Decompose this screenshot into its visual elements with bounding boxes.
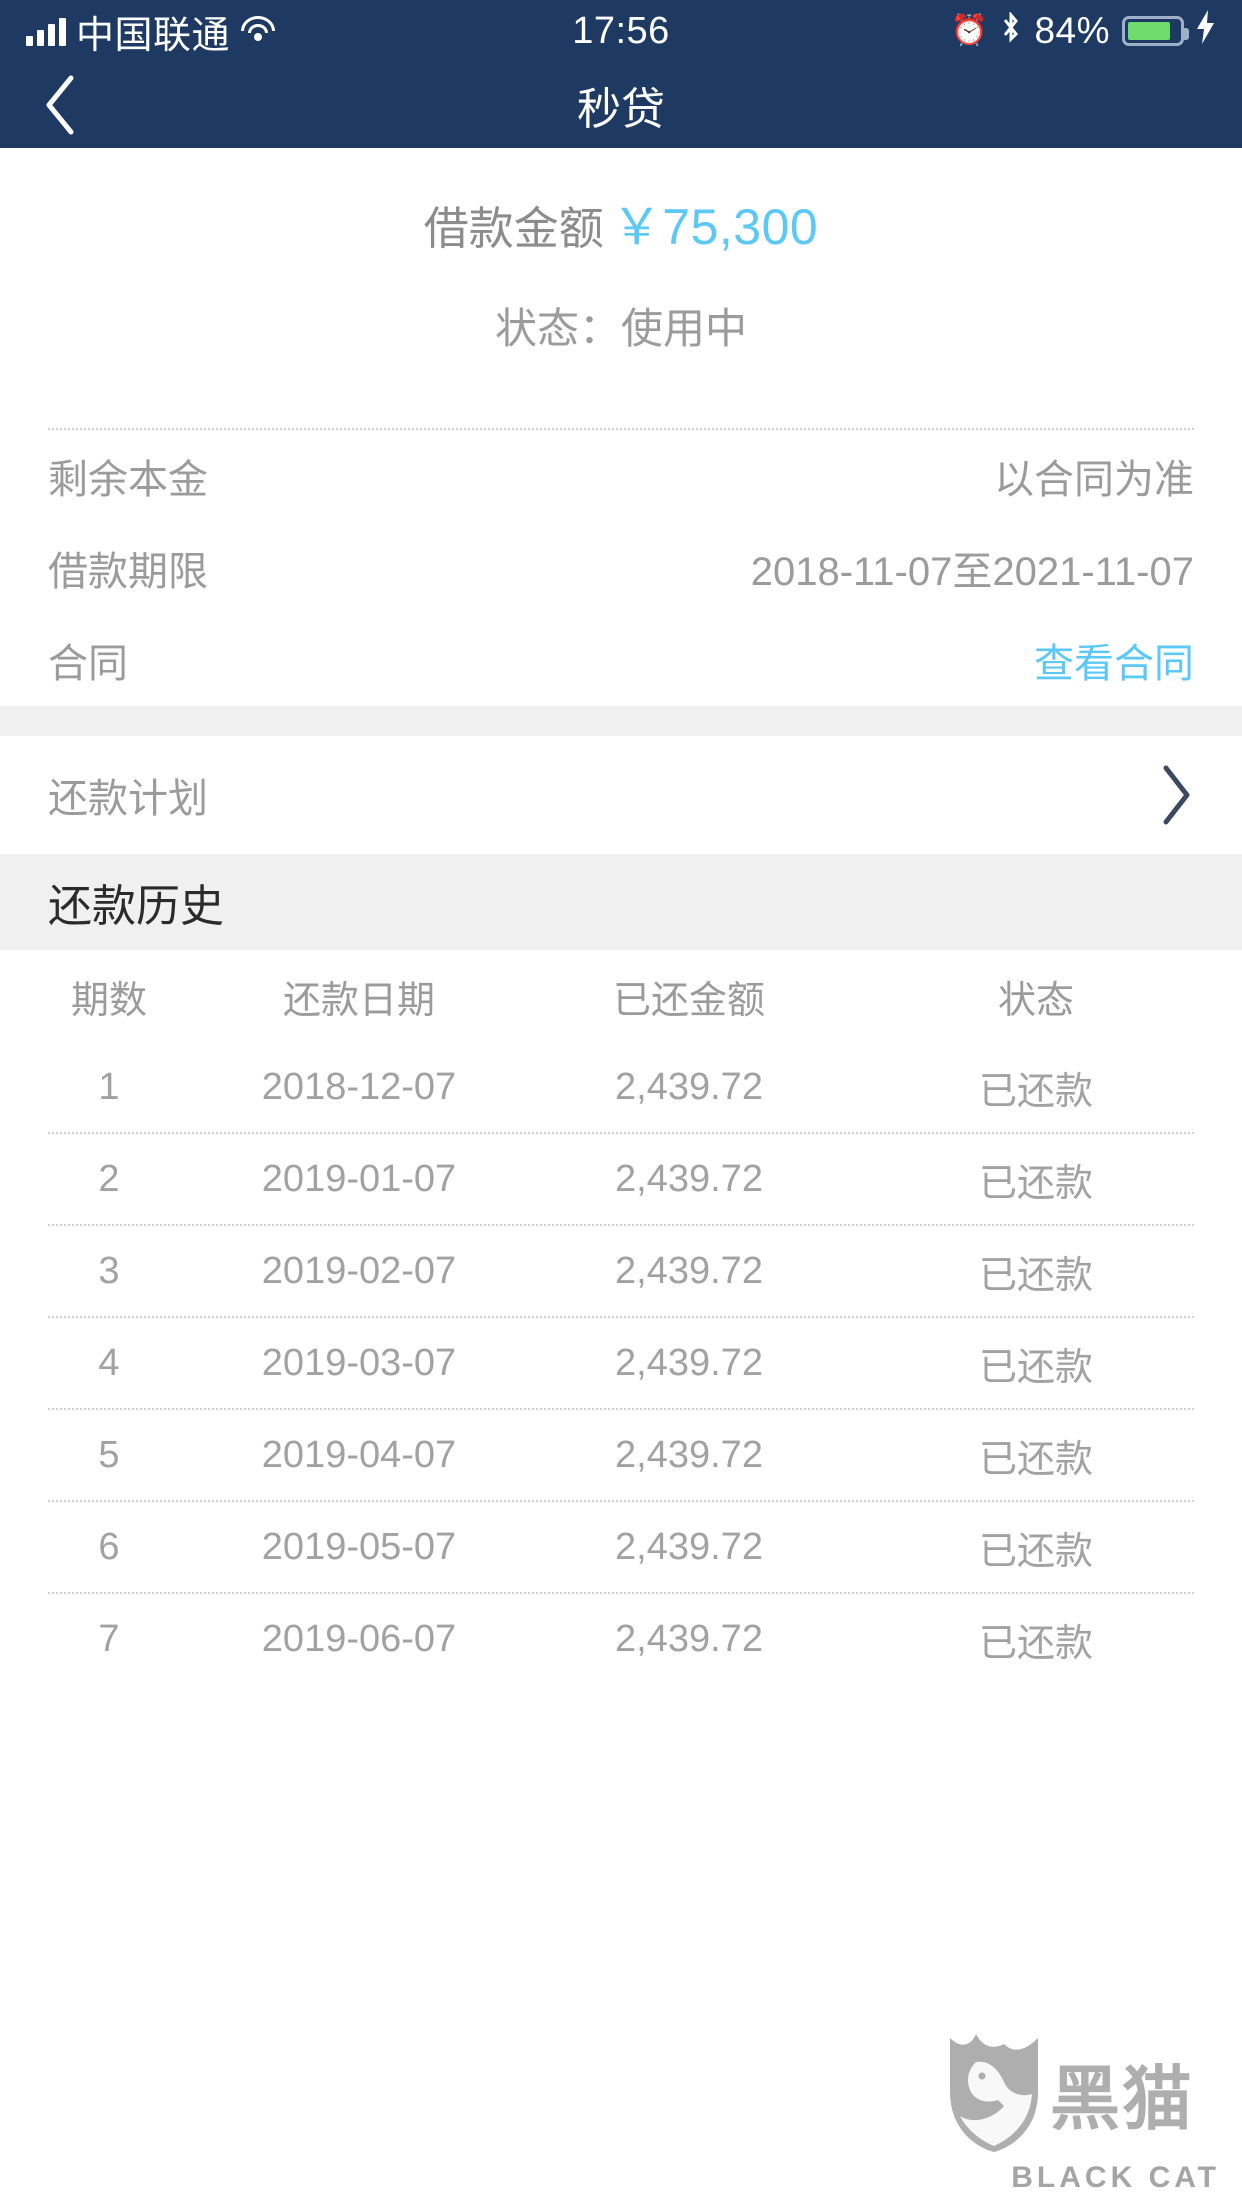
table-row: 1 2018-12-07 2,439.72 已还款 (24, 1042, 1218, 1132)
status-bar-right: ⏰ 84% (670, 10, 1216, 52)
table-row: 3 2019-02-07 2,439.72 已还款 (24, 1226, 1218, 1316)
cell-status: 已还款 (978, 1438, 1093, 1481)
info-value-remaining-principal: 以合同为准 (994, 458, 1194, 502)
loan-info-list: 剩余本金 以合同为准 借款期限 2018-11-07至2021-11-07 合同… (0, 430, 1242, 706)
table-row: 2 2019-01-07 2,439.72 已还款 (24, 1134, 1218, 1224)
clock-label: 17:56 (572, 9, 670, 52)
cell-amount: 2,439.72 (615, 1065, 763, 1108)
battery-icon (1122, 16, 1189, 46)
table-row: 6 2019-05-07 2,439.72 已还款 (24, 1502, 1218, 1592)
cell-amount: 2,439.72 (615, 1525, 763, 1568)
info-value-loan-term: 2018-11-07至2021-11-07 (750, 550, 1194, 594)
info-row-remaining-principal: 剩余本金 以合同为准 (48, 430, 1194, 522)
cell-date: 2019-01-07 (261, 1157, 457, 1200)
column-header-period: 期数 (70, 979, 147, 1022)
repayment-plan-label: 还款计划 (48, 777, 208, 821)
table-row: 4 2019-03-07 2,439.72 已还款 (24, 1318, 1218, 1408)
wifi-icon (240, 16, 276, 46)
cell-status: 已还款 (978, 1162, 1093, 1205)
table-row: 7 2019-06-07 2,439.72 已还款 (24, 1594, 1218, 1684)
table-row: 5 2019-04-07 2,439.72 已还款 (24, 1410, 1218, 1500)
watermark-logo-row: 黑猫 (946, 2028, 1224, 2159)
cell-date: 2019-05-07 (261, 1525, 457, 1568)
loan-amount-value: ￥75,300 (611, 199, 819, 255)
back-button[interactable] (0, 62, 120, 148)
status-bar: 中国联通 17:56 ⏰ 84% (0, 0, 1242, 62)
cell-status: 已还款 (978, 1070, 1093, 1113)
phone-screen: 中国联通 17:56 ⏰ 84% 秒贷 借款金额 ￥75,300 状态：使用中 … (0, 0, 1242, 2208)
cell-period: 1 (98, 1065, 120, 1108)
section-gap-band-1 (0, 706, 1242, 736)
cell-amount: 2,439.72 (615, 1157, 763, 1200)
cell-period: 7 (98, 1617, 120, 1660)
cell-period: 6 (98, 1525, 120, 1568)
chevron-left-icon (42, 74, 78, 136)
cell-date: 2019-03-07 (261, 1341, 457, 1384)
cell-date: 2019-02-07 (261, 1249, 457, 1292)
loan-amount-label: 借款金额 (423, 203, 604, 254)
cell-period: 5 (98, 1433, 120, 1476)
black-cat-shield-icon (946, 2028, 1042, 2159)
cell-status: 已还款 (978, 1254, 1093, 1297)
info-label-remaining-principal: 剩余本金 (48, 458, 208, 502)
loan-amount-line: 借款金额 ￥75,300 (0, 200, 1242, 255)
loan-summary: 借款金额 ￥75,300 状态：使用中 (0, 148, 1242, 390)
battery-percent-label: 84% (1034, 10, 1110, 51)
cell-period: 2 (98, 1157, 120, 1200)
cell-period: 3 (98, 1249, 120, 1292)
cell-amount: 2,439.72 (615, 1617, 763, 1660)
repayment-history-table: 期数 还款日期 已还金额 状态 1 2018-12-07 2,439.72 已还… (0, 950, 1242, 1684)
cell-status: 已还款 (978, 1530, 1093, 1573)
cell-date: 2019-04-07 (261, 1433, 457, 1476)
cell-amount: 2,439.72 (615, 1249, 763, 1292)
cell-status: 已还款 (978, 1346, 1093, 1389)
alarm-clock-icon: ⏰ (950, 14, 989, 47)
nav-bar: 秒贷 (0, 62, 1242, 148)
cell-status: 已还款 (978, 1622, 1093, 1665)
status-bar-left: 中国联通 (26, 4, 572, 59)
column-header-status: 状态 (997, 979, 1074, 1022)
cell-amount: 2,439.72 (615, 1433, 763, 1476)
cell-date: 2019-06-07 (261, 1617, 457, 1660)
info-row-loan-term: 借款期限 2018-11-07至2021-11-07 (48, 522, 1194, 614)
info-label-contract: 合同 (48, 642, 128, 686)
repayment-history-title: 还款历史 (0, 854, 1242, 950)
repayment-plan-row[interactable]: 还款计划 (0, 736, 1242, 854)
carrier-label: 中国联通 (76, 14, 231, 57)
status-bar-center: 17:56 (572, 10, 670, 53)
loan-status-text: 状态：使用中 (494, 305, 747, 352)
page-title: 秒贷 (577, 85, 665, 134)
info-row-contract: 合同 查看合同 (48, 614, 1194, 706)
column-header-amount: 已还金额 (612, 979, 765, 1022)
column-header-date: 还款日期 (282, 979, 435, 1022)
table-header-row: 期数 还款日期 已还金额 状态 (24, 950, 1218, 1042)
cell-amount: 2,439.72 (615, 1341, 763, 1384)
black-cat-watermark: 黑猫 BLACK CAT (946, 2028, 1224, 2198)
cell-period: 4 (98, 1341, 120, 1384)
bluetooth-icon (1000, 10, 1022, 50)
cell-date: 2018-12-07 (261, 1065, 457, 1108)
watermark-brand-en: BLACK CAT (1011, 2161, 1220, 2194)
view-contract-link[interactable]: 查看合同 (1034, 631, 1194, 689)
signal-bars-icon (26, 16, 66, 46)
chevron-right-icon (1158, 764, 1194, 826)
info-label-loan-term: 借款期限 (48, 550, 208, 594)
lightning-bolt-icon (1196, 10, 1216, 52)
watermark-brand-cn: 黑猫 (1050, 2058, 1194, 2140)
